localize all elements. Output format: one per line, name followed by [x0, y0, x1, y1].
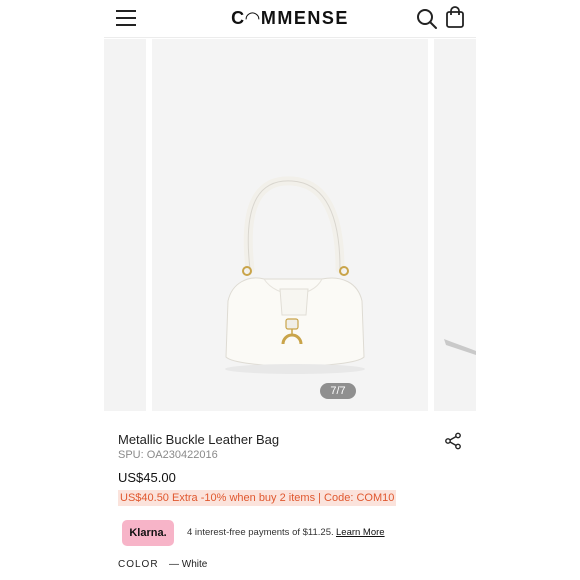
product-price: US$45.00 — [118, 470, 176, 485]
next-slide-peek[interactable] — [434, 39, 476, 411]
promo-text: Extra -10% when buy 2 items | Code: COM1… — [172, 492, 395, 504]
top-nav-bar: C◠MMENSE — [104, 0, 476, 38]
klarna-learn-more-link[interactable]: Learn More — [336, 527, 385, 538]
product-image[interactable]: 7/7 — [152, 39, 428, 411]
slide-counter: 7/7 — [320, 383, 356, 399]
product-spu: SPU: OA230422016 — [118, 449, 218, 461]
mobile-viewport: C◠MMENSE 7/7 Metallic Buckle Leather Bag… — [104, 0, 476, 580]
white-shoulder-bag-illustration — [225, 176, 365, 374]
share-icon[interactable] — [444, 432, 462, 450]
shopping-bag-icon[interactable] — [445, 6, 465, 28]
promo-price: US$40.50 — [120, 492, 169, 504]
color-label: COLOR — [118, 559, 159, 570]
previous-slide-peek[interactable] — [104, 39, 146, 411]
product-title: Metallic Buckle Leather Bag — [118, 432, 280, 447]
promo-banner: US$40.50 Extra -10% when buy 2 items | C… — [118, 490, 397, 506]
product-image-carousel[interactable]: 7/7 — [104, 39, 476, 411]
search-icon[interactable] — [416, 8, 438, 30]
klarna-logo: Klarna. — [122, 520, 174, 546]
next-slide-thumbnail — [444, 339, 476, 355]
klarna-installment-text: 4 interest-free payments of $11.25. — [187, 527, 334, 538]
color-value: — White — [169, 559, 208, 570]
page: C◠MMENSE 7/7 Metallic Buckle Leather Bag… — [0, 0, 580, 580]
